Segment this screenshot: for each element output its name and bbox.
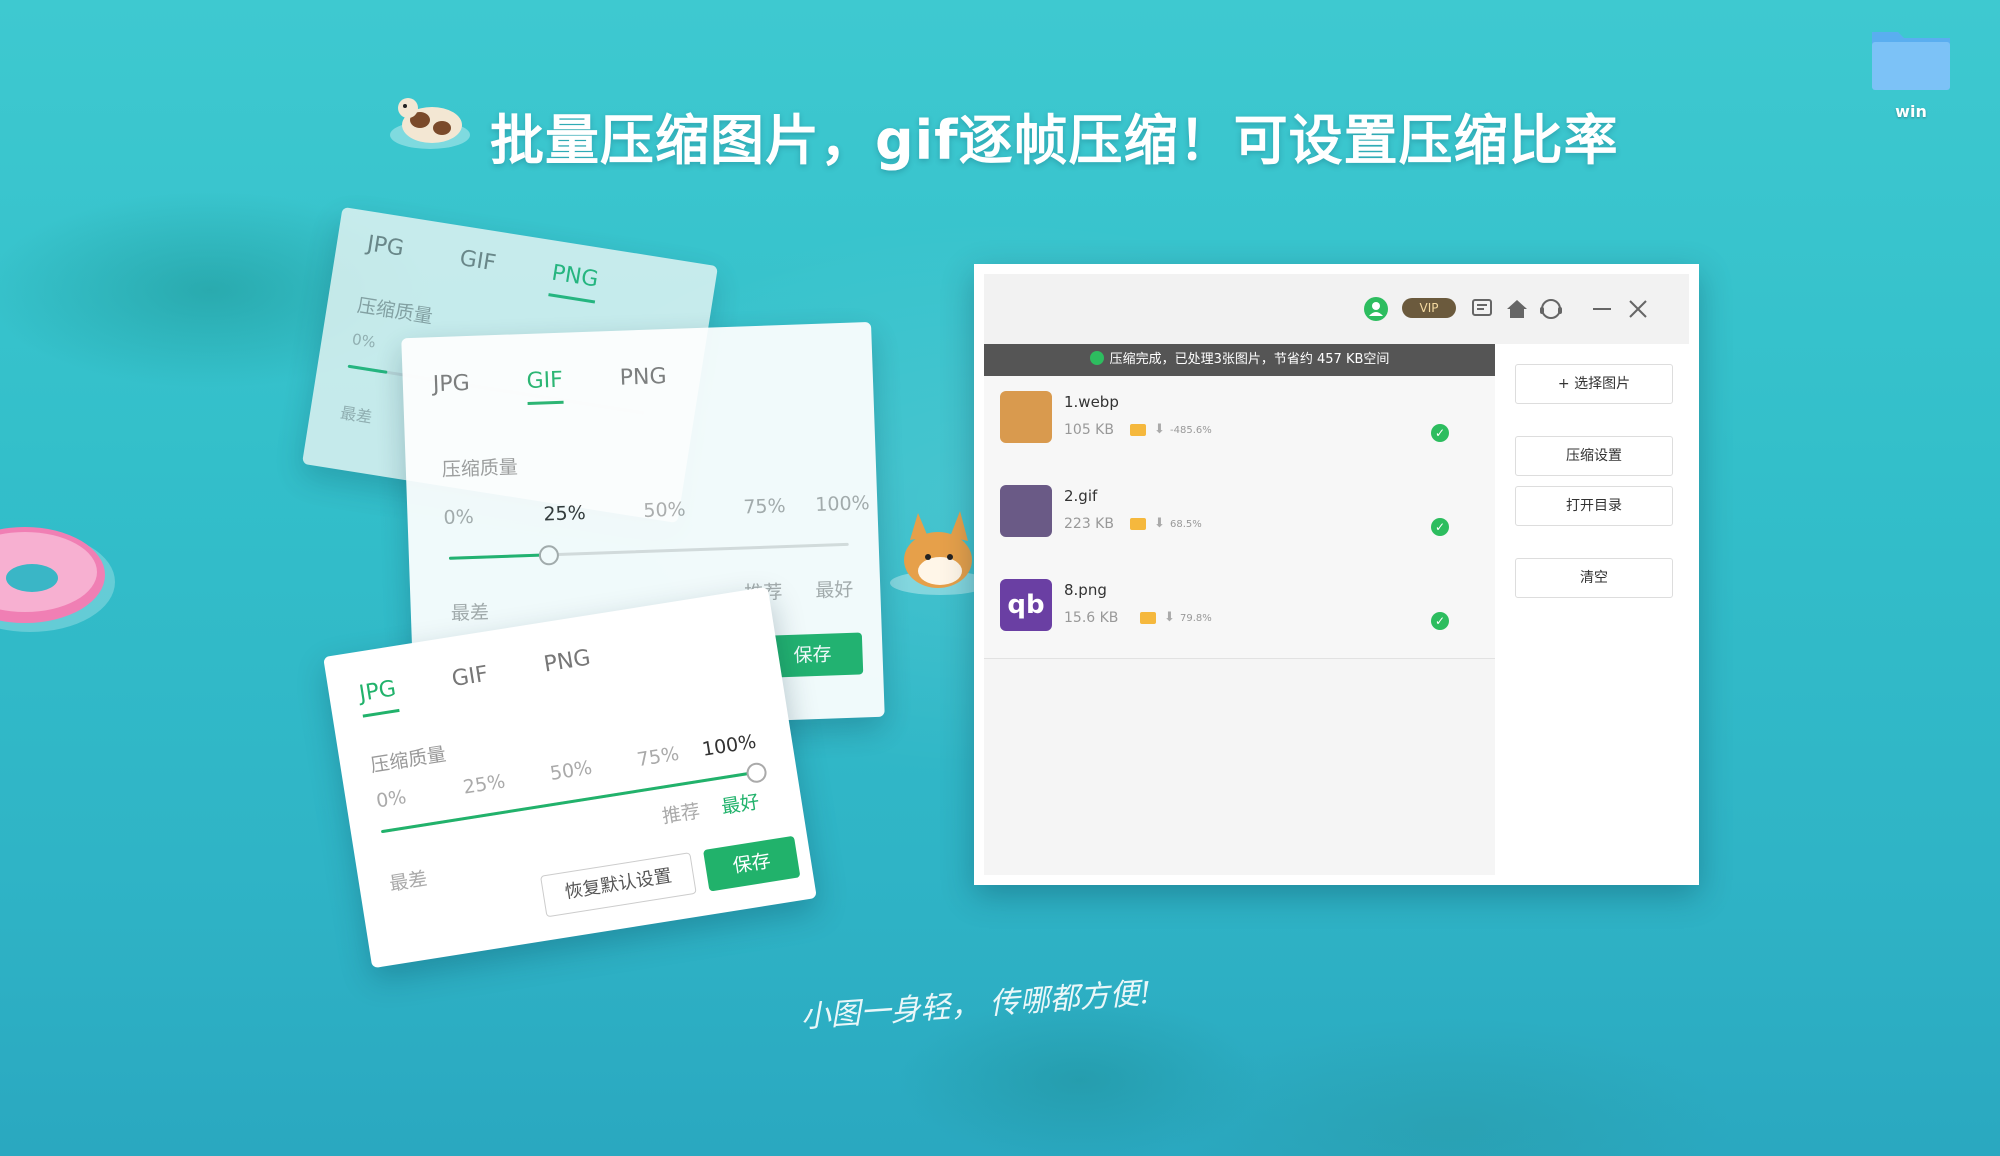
tab-gif[interactable]: GIF	[457, 246, 498, 284]
compression-ratio: -485.6%	[1170, 425, 1212, 436]
status-bar: 压缩完成，已处理3张图片，节省约 457 KB空间	[984, 344, 1495, 376]
open-folder-icon[interactable]	[1130, 518, 1146, 530]
slider-fill	[347, 364, 388, 374]
tick-label: 50%	[643, 498, 687, 522]
tick-label: 100%	[814, 492, 870, 516]
slider-knob[interactable]	[538, 544, 560, 566]
title-bar: VIP	[984, 274, 1689, 344]
file-row[interactable]: 1.webp 105 KB ⬇ -485.6% ✓	[984, 376, 1495, 471]
file-row[interactable]: 2.gif 223 KB ⬇ 68.5% ✓	[984, 470, 1495, 565]
file-size: 105 KB	[1064, 422, 1114, 438]
tagline: 小图一身轻， 传哪都方便!	[799, 975, 1153, 1036]
desktop-folder[interactable]: win	[1866, 22, 1956, 132]
message-icon[interactable]	[1470, 296, 1496, 322]
folder-label: win	[1895, 102, 1927, 121]
close-icon[interactable]	[1626, 296, 1650, 322]
tab-jpg[interactable]: JPG	[357, 676, 400, 718]
tick-label: 75%	[742, 495, 786, 519]
file-size: 223 KB	[1064, 516, 1114, 532]
compress-settings-button[interactable]: 压缩设置	[1515, 436, 1673, 476]
app-window: VIP 压缩完成，已处理3张图片，节省约 457 KB空间 1.webp 105…	[974, 264, 1699, 885]
quality-slider[interactable]	[448, 542, 849, 566]
page-headline: 批量压缩图片，gif逐帧压缩！可设置压缩比率	[490, 109, 1619, 172]
file-name: 2.gif	[1064, 487, 1098, 505]
done-check-icon: ✓	[1431, 518, 1449, 536]
recommend-label: 推荐	[660, 800, 702, 828]
quality-label: 压缩质量	[441, 456, 519, 481]
file-size: 15.6 KB	[1064, 610, 1119, 626]
select-images-button[interactable]: + 选择图片	[1515, 364, 1673, 404]
check-circle-icon	[1089, 351, 1104, 365]
side-panel: + 选择图片 压缩设置 打开目录 清空	[1495, 344, 1689, 875]
download-arrow-icon: ⬇	[1164, 610, 1175, 625]
quality-label: 压缩质量	[355, 294, 435, 329]
tab-png[interactable]: PNG	[619, 364, 667, 399]
done-check-icon: ✓	[1431, 424, 1449, 442]
tick-label: 50%	[548, 756, 594, 785]
open-folder-icon[interactable]	[1140, 612, 1156, 624]
format-tabs: JPG GIF PNG	[432, 362, 717, 408]
download-arrow-icon: ⬇	[1154, 516, 1165, 531]
tick-label: 100%	[700, 730, 758, 761]
user-icon[interactable]	[1363, 296, 1389, 322]
slider-knob[interactable]	[745, 761, 768, 785]
file-name: 1.webp	[1064, 393, 1119, 411]
reset-defaults-button[interactable]: 恢复默认设置	[540, 852, 697, 918]
tick-label: 25%	[461, 770, 507, 799]
status-text: 压缩完成，已处理3张图片，节省约 457 KB空间	[1109, 352, 1390, 367]
folder-icon	[1872, 32, 1950, 90]
tab-jpg[interactable]: JPG	[432, 371, 470, 405]
min-label: 最差	[338, 403, 374, 427]
download-arrow-icon: ⬇	[1154, 422, 1165, 437]
tab-jpg[interactable]: JPG	[364, 231, 405, 269]
tick-label: 25%	[543, 501, 587, 526]
clear-button[interactable]: 清空	[1515, 558, 1673, 598]
donut-float-illustration	[0, 527, 115, 632]
compression-ratio: 79.8%	[1180, 613, 1212, 624]
open-directory-button[interactable]: 打开目录	[1515, 486, 1673, 526]
min-label: 最差	[387, 867, 429, 896]
tick-label: 75%	[635, 742, 681, 772]
duck-illustration	[390, 98, 470, 149]
tab-png[interactable]: PNG	[548, 260, 601, 304]
slider-fill	[448, 553, 549, 560]
file-thumbnail: qb	[1000, 579, 1052, 631]
tab-png[interactable]: PNG	[542, 646, 593, 686]
tab-gif[interactable]: GIF	[526, 367, 564, 405]
done-check-icon: ✓	[1431, 612, 1449, 630]
tick-label: 0%	[443, 505, 475, 529]
save-button[interactable]: 保存	[702, 835, 801, 892]
tick-label: 0%	[350, 330, 378, 352]
home-icon[interactable]	[1504, 296, 1530, 322]
settings-card-jpg: JPG GIF PNG 压缩质量 0% 25% 50% 75% 100% 最差 推荐 最…	[323, 586, 817, 969]
minimize-icon[interactable]	[1590, 296, 1614, 322]
file-row[interactable]: qb 8.png 15.6 KB ⬇ 79.8% ✓	[984, 564, 1495, 659]
file-thumbnail	[1000, 391, 1052, 443]
file-list: 1.webp 105 KB ⬇ -485.6% ✓ 2.gif 223 KB ⬇…	[984, 376, 1495, 875]
file-thumbnail	[1000, 485, 1052, 537]
quality-label: 压缩质量	[369, 743, 448, 777]
tab-gif[interactable]: GIF	[450, 662, 491, 700]
compression-ratio: 68.5%	[1170, 519, 1202, 530]
file-name: 8.png	[1064, 581, 1107, 599]
slider-ticks: 0% 25% 50% 75% 100%	[443, 492, 876, 529]
vip-badge-icon[interactable]: VIP	[1402, 298, 1456, 318]
tick-label: 0%	[374, 786, 408, 813]
format-tabs: JPG GIF PNG	[357, 638, 643, 718]
open-folder-icon[interactable]	[1130, 424, 1146, 436]
max-label: 最好	[814, 578, 854, 603]
max-label: 最好	[719, 790, 761, 819]
support-icon[interactable]	[1538, 296, 1564, 322]
min-label: 最差	[450, 601, 490, 625]
